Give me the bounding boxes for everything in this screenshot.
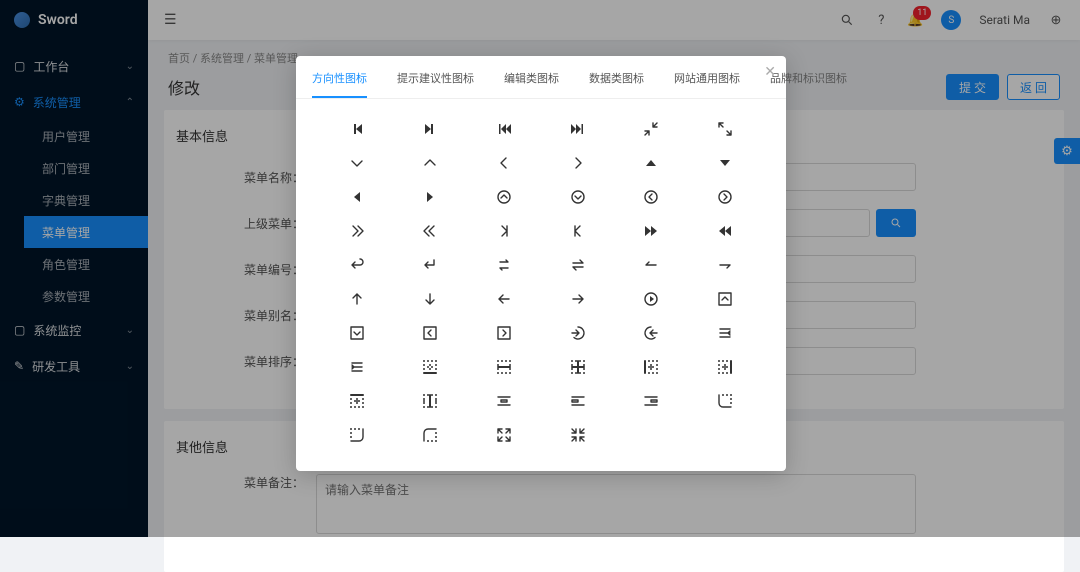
swap-right-icon[interactable] xyxy=(711,255,739,275)
fullscreen-icon[interactable] xyxy=(490,425,518,445)
rollback-icon[interactable] xyxy=(343,255,371,275)
tab-suggestion[interactable]: 提示建议性图标 xyxy=(397,64,474,98)
empty-cell xyxy=(637,425,665,445)
step-backward-icon[interactable] xyxy=(343,119,371,139)
vertical-left-icon[interactable] xyxy=(490,221,518,241)
pic-center-icon[interactable] xyxy=(490,391,518,411)
empty-cell xyxy=(711,425,739,445)
up-square-icon[interactable] xyxy=(711,289,739,309)
close-icon[interactable]: ✕ xyxy=(764,64,776,80)
up-circle-icon[interactable] xyxy=(490,187,518,207)
right-circle-icon[interactable] xyxy=(711,187,739,207)
caret-down-icon[interactable] xyxy=(711,153,739,173)
menu-unfold-icon[interactable] xyxy=(343,357,371,377)
border-right-icon[interactable] xyxy=(711,357,739,377)
border-inner-icon[interactable] xyxy=(564,357,592,377)
tab-web[interactable]: 网站通用图标 xyxy=(674,64,740,98)
caret-right-icon[interactable] xyxy=(416,187,444,207)
caret-left-icon[interactable] xyxy=(343,187,371,207)
pic-left-icon[interactable] xyxy=(564,391,592,411)
fast-backward-icon[interactable] xyxy=(490,119,518,139)
menu-fold-icon[interactable] xyxy=(711,323,739,343)
retweet-icon[interactable] xyxy=(490,255,518,275)
radius-bottomright-icon[interactable] xyxy=(343,425,371,445)
up-icon[interactable] xyxy=(416,153,444,173)
arrow-up-icon[interactable] xyxy=(343,289,371,309)
fullscreen-exit-icon[interactable] xyxy=(564,425,592,445)
icon-picker-modal: ✕ 方向性图标 提示建议性图标 编辑类图标 数据类图标 网站通用图标 品牌和标识… xyxy=(296,56,786,471)
tab-directional[interactable]: 方向性图标 xyxy=(312,64,367,98)
arrow-right-icon[interactable] xyxy=(564,289,592,309)
vertical-right-icon[interactable] xyxy=(564,221,592,241)
border-verticle-icon[interactable] xyxy=(416,391,444,411)
play-circle-icon[interactable] xyxy=(637,289,665,309)
login-icon[interactable] xyxy=(564,323,592,343)
step-forward-icon[interactable] xyxy=(416,119,444,139)
border-left-icon[interactable] xyxy=(637,357,665,377)
tab-edit[interactable]: 编辑类图标 xyxy=(504,64,559,98)
down-circle-icon[interactable] xyxy=(564,187,592,207)
border-horizontal-icon[interactable] xyxy=(490,357,518,377)
logout-icon[interactable] xyxy=(637,323,665,343)
pic-right-icon[interactable] xyxy=(637,391,665,411)
double-left-icon[interactable] xyxy=(416,221,444,241)
arrow-down-icon[interactable] xyxy=(416,289,444,309)
swap-icon[interactable] xyxy=(564,255,592,275)
down-icon[interactable] xyxy=(343,153,371,173)
arrow-left-icon[interactable] xyxy=(490,289,518,309)
modal-tabs: 方向性图标 提示建议性图标 编辑类图标 数据类图标 网站通用图标 品牌和标识图标 xyxy=(296,56,786,99)
right-square-icon[interactable] xyxy=(490,323,518,343)
double-right-icon[interactable] xyxy=(343,221,371,241)
left-circle-icon[interactable] xyxy=(637,187,665,207)
swap-left-icon[interactable] xyxy=(637,255,665,275)
enter-icon[interactable] xyxy=(416,255,444,275)
down-square-icon[interactable] xyxy=(343,323,371,343)
tab-brand[interactable]: 品牌和标识图标 xyxy=(770,64,847,98)
caret-up-icon[interactable] xyxy=(637,153,665,173)
icon-grid xyxy=(296,99,786,471)
fast-forward-icon[interactable] xyxy=(564,119,592,139)
tab-data[interactable]: 数据类图标 xyxy=(589,64,644,98)
right-icon[interactable] xyxy=(564,153,592,173)
border-bottom-icon[interactable] xyxy=(416,357,444,377)
arrows-alt-icon[interactable] xyxy=(711,119,739,139)
radius-bottomleft-icon[interactable] xyxy=(711,391,739,411)
shrink-icon[interactable] xyxy=(637,119,665,139)
backward-icon[interactable] xyxy=(711,221,739,241)
radius-upleft-icon[interactable] xyxy=(416,425,444,445)
forward-icon[interactable] xyxy=(637,221,665,241)
left-square-icon[interactable] xyxy=(416,323,444,343)
border-top-icon[interactable] xyxy=(343,391,371,411)
left-icon[interactable] xyxy=(490,153,518,173)
